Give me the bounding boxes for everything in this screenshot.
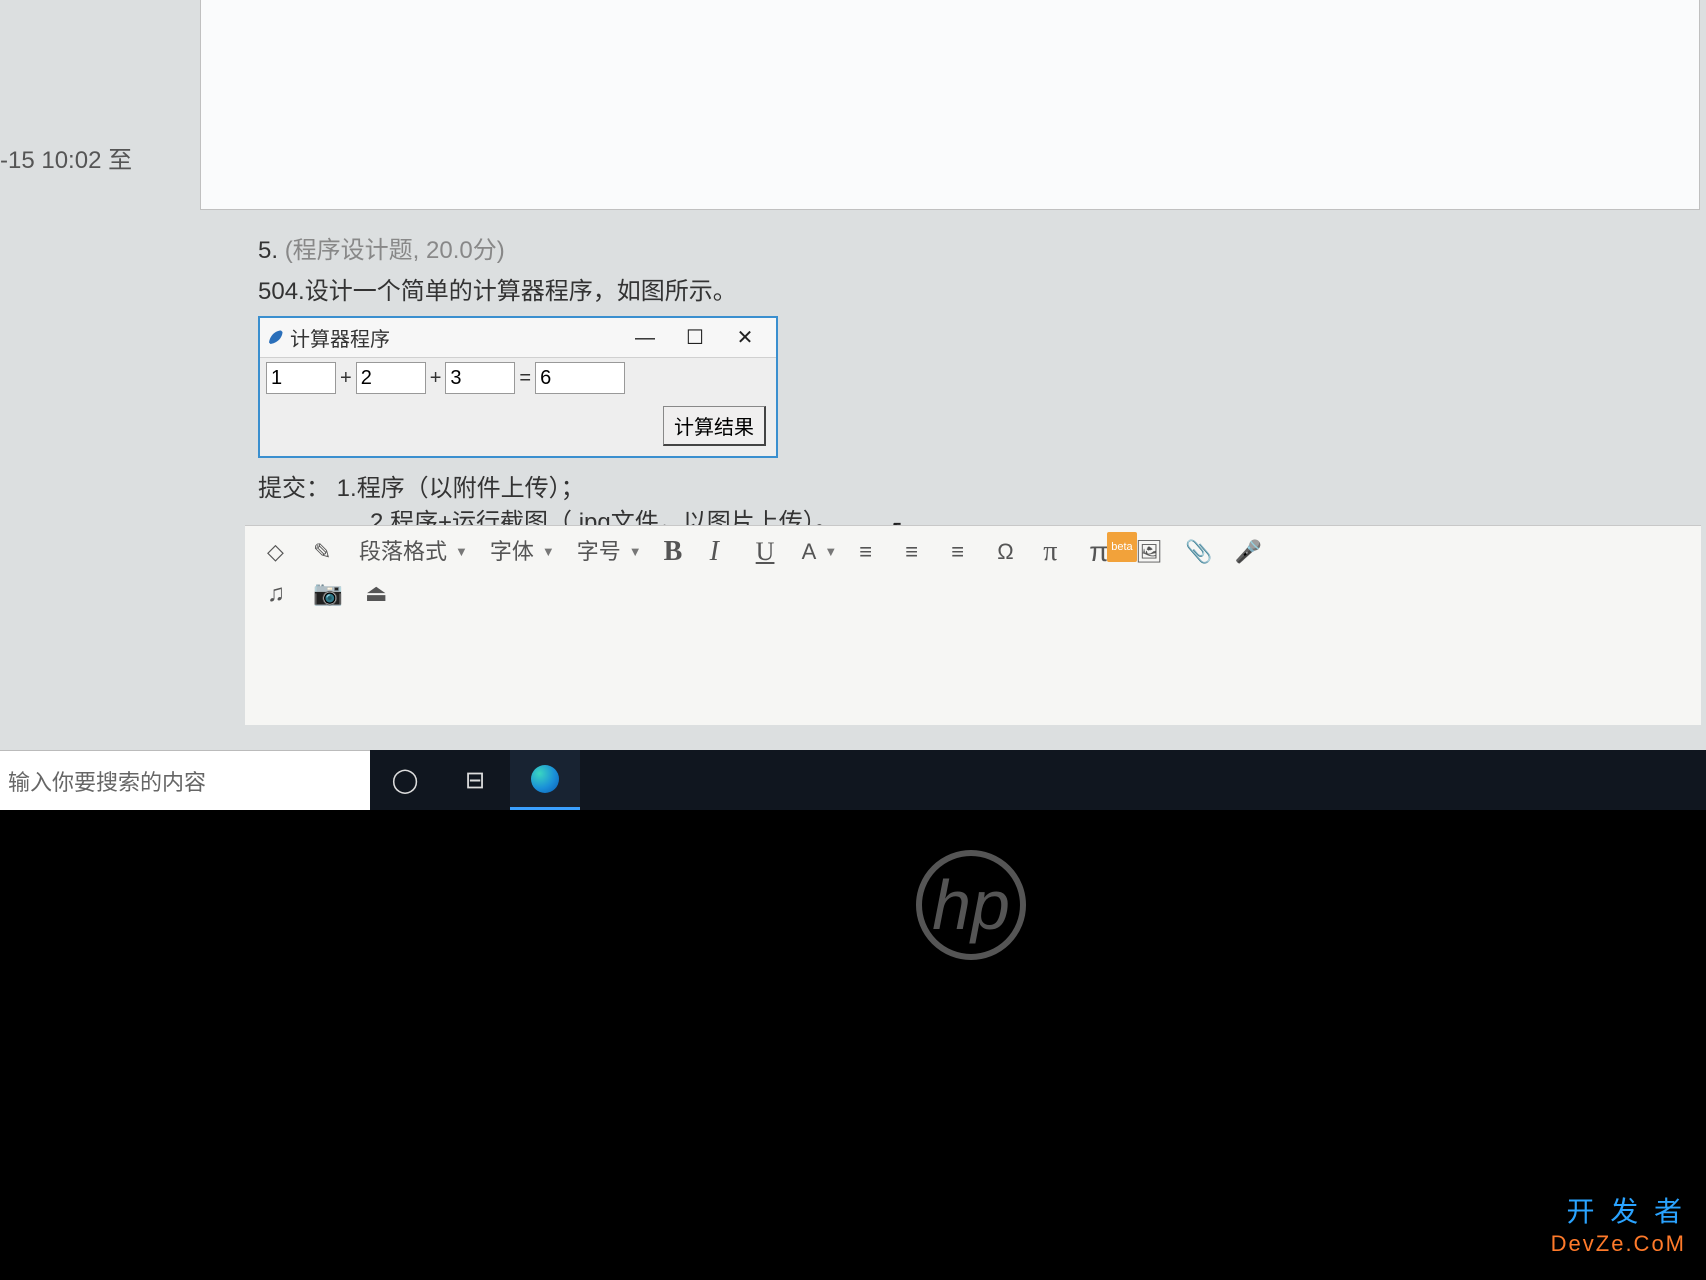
editor-toolbar: ◇ ✎ 段落格式▼ 字体▼ 字号▼ B I U A▼ ≡ ≡ ≡ Ω π πbe… [245,526,1701,578]
maximize-button[interactable]: ☐ [670,326,720,350]
calc-titlebar: 计算器程序 — ☐ ✕ [260,318,776,358]
attach-icon[interactable]: 📎 [1185,538,1212,566]
question-meta: (程序设计题, 20.0分) [285,237,505,264]
edge-app-icon[interactable] [510,750,580,810]
align-left-icon[interactable]: ≡ [859,538,883,566]
pi-button[interactable]: π [1043,538,1067,566]
align-right-icon[interactable]: ≡ [951,538,975,566]
watermark: 开 发 者 DevZe.CoM [1551,1196,1686,1260]
minimize-button[interactable]: — [620,326,670,350]
calc-window: 计算器程序 — ☐ ✕ + + = 计算结果 [258,316,778,458]
package-icon[interactable]: ⏏ [365,580,389,608]
eraser-icon[interactable]: ◇ [267,538,291,566]
close-button[interactable]: ✕ [720,326,770,350]
plus-label-2: + [430,367,442,390]
taskbar: ◯ ⊟ [370,750,1706,810]
operand-2-input[interactable] [356,362,426,394]
question-block: 5. (程序设计题, 20.0分) 504.设计一个简单的计算器程序，如图所示。… [258,230,1458,540]
calc-body: + + = [260,358,776,398]
taskbar-search-input[interactable]: 输入你要搜索的内容 [0,750,370,810]
feather-icon [266,329,284,347]
italic-button[interactable]: I [710,538,734,566]
question-number: 5. [258,237,278,264]
pi-beta-button[interactable]: πbeta [1089,538,1113,566]
font-size-dropdown[interactable]: 字号▼ [577,538,642,566]
align-center-icon[interactable]: ≡ [905,538,929,566]
task-view-icon[interactable]: ⊟ [440,750,510,810]
image-icon[interactable]: 🖼 [1135,538,1163,566]
font-color-button[interactable]: A▼ [802,538,838,566]
paragraph-format-dropdown[interactable]: 段落格式▼ [359,538,468,566]
underline-button[interactable]: U [756,538,780,566]
operand-3-input[interactable] [445,362,515,394]
format-painter-icon[interactable]: ✎ [313,538,337,566]
editor-area: ◇ ✎ 段落格式▼ 字体▼ 字号▼ B I U A▼ ≡ ≡ ≡ Ω π πbe… [245,525,1701,725]
question-title: 504.设计一个简单的计算器程序，如图所示。 [258,271,1458,306]
watermark-line-2: DevZe.CoM [1551,1228,1686,1260]
monitor-bezel: hp 开 发 者 DevZe.CoM [0,810,1706,1280]
omega-symbol-button[interactable]: Ω [997,538,1021,566]
watermark-line-1: 开 发 者 [1551,1196,1686,1228]
timestamp-fragment: -15 10:02 至 [0,140,132,175]
mic-icon[interactable]: 🎤 [1235,538,1262,566]
music-icon[interactable]: ♫ [267,580,291,608]
calc-window-title: 计算器程序 [290,323,390,352]
submit-label: 提交： [258,475,330,502]
plus-label-1: + [340,367,352,390]
result-input[interactable] [535,362,625,394]
compute-button[interactable]: 计算结果 [663,406,766,446]
operand-1-input[interactable] [266,362,336,394]
equals-label: = [519,367,531,390]
submit-line-1: 1.程序（以附件上传）； [337,475,585,502]
previous-question-box [200,0,1700,210]
camera-icon[interactable]: 📷 [313,580,343,608]
hp-logo: hp [916,850,1026,960]
bold-button[interactable]: B [664,538,688,566]
cortana-icon[interactable]: ◯ [370,750,440,810]
font-family-dropdown[interactable]: 字体▼ [490,538,555,566]
